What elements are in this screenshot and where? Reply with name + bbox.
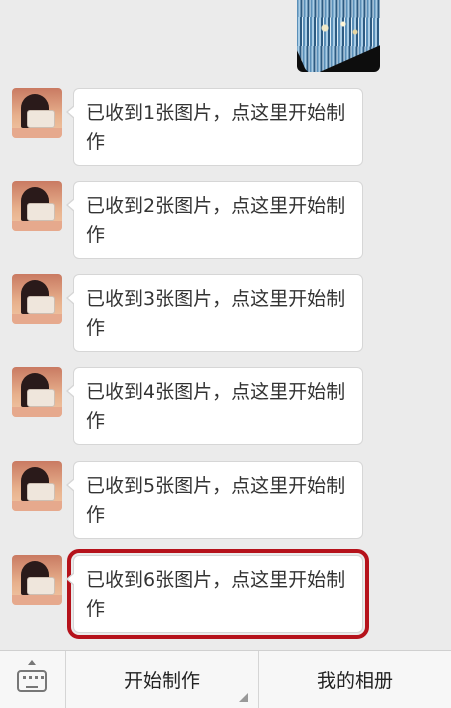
avatar[interactable]: [12, 461, 62, 511]
message-bubble[interactable]: 已收到4张图片，点这里开始制作: [66, 367, 363, 445]
avatar[interactable]: [12, 181, 62, 231]
bottom-menu-bar: 开始制作 我的相册: [0, 650, 451, 708]
my-album-button[interactable]: 我的相册: [259, 651, 451, 708]
message-bubble[interactable]: 已收到2张图片，点这里开始制作: [66, 181, 363, 259]
start-making-button[interactable]: 开始制作: [66, 651, 259, 708]
sent-photo-thumbnail[interactable]: [297, 0, 380, 72]
keyboard-toggle-button[interactable]: [0, 651, 66, 708]
chat-area: 已收到1张图片，点这里开始制作 已收到2张图片，点这里开始制作 已收到3张图片，…: [0, 0, 451, 650]
avatar[interactable]: [12, 274, 62, 324]
my-album-label: 我的相册: [316, 670, 393, 692]
message-row: 已收到3张图片，点这里开始制作: [0, 274, 451, 354]
avatar[interactable]: [12, 367, 62, 417]
message-bubble[interactable]: 已收到5张图片，点这里开始制作: [66, 461, 363, 539]
message-bubble[interactable]: 已收到1张图片，点这里开始制作: [66, 88, 363, 166]
message-row: 已收到4张图片，点这里开始制作: [0, 367, 451, 447]
message-row: 已收到6张图片，点这里开始制作: [0, 549, 451, 639]
message-row: 已收到5张图片，点这里开始制作: [0, 461, 451, 541]
message-bubble[interactable]: 已收到3张图片，点这里开始制作: [66, 274, 363, 352]
photo-detail: [307, 18, 367, 38]
avatar[interactable]: [12, 88, 62, 138]
submenu-indicator-icon: [239, 693, 248, 702]
caret-up-icon: [28, 660, 36, 665]
keyboard-icon: [17, 670, 47, 692]
message-bubble-highlighted[interactable]: 已收到6张图片，点这里开始制作: [66, 549, 369, 639]
message-row: 已收到2张图片，点这里开始制作: [0, 181, 451, 261]
start-making-label: 开始制作: [123, 670, 200, 692]
avatar[interactable]: [12, 555, 62, 605]
message-row: 已收到1张图片，点这里开始制作: [0, 88, 451, 168]
